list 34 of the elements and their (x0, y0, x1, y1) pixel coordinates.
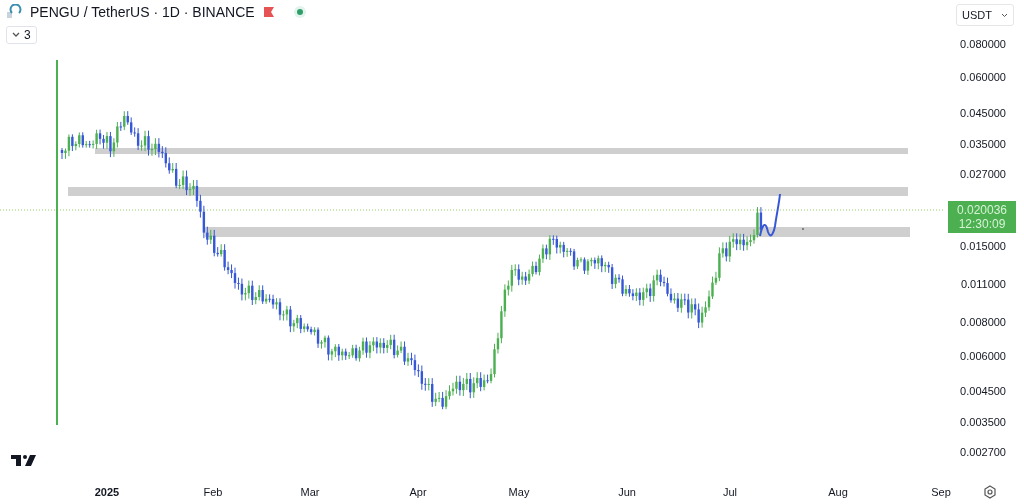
price-label: 0.045000 (960, 107, 1006, 119)
price-label: 0.015000 (960, 240, 1006, 252)
price-label: 0.027000 (960, 168, 1006, 180)
date-label: Mar (300, 486, 320, 498)
caret-icon (12, 32, 20, 38)
date-label: Jul (722, 486, 738, 498)
marker-dot (802, 228, 804, 230)
projection-line (759, 193, 781, 237)
symbol-title: PENGU / TetherUS · 1D · BINANCE (30, 4, 255, 20)
price-label: 0.003500 (960, 416, 1006, 428)
symbol-logo-icon (6, 4, 22, 20)
date-label: Feb (203, 486, 223, 498)
price-label: 0.035000 (960, 138, 1006, 150)
indicators-toggle[interactable]: 3 (6, 26, 37, 44)
currency-dropdown[interactable]: USDT (956, 4, 1014, 26)
price-label: 0.008000 (960, 316, 1006, 328)
date-label: Jun (618, 486, 636, 498)
caret-icon (1001, 12, 1008, 18)
date-label: Aug (828, 486, 848, 498)
date-label: May (508, 486, 530, 498)
price-label: 0.011000 (960, 278, 1006, 290)
price-label: 0.004500 (960, 385, 1006, 397)
price-label: 0.060000 (960, 71, 1006, 83)
date-label: 2025 (94, 486, 120, 498)
flag-icon[interactable] (262, 6, 275, 18)
date-label: Sep (931, 486, 951, 498)
price-label: 0.080000 (960, 38, 1006, 50)
last-price-tag: 0.020036 12:30:09 (948, 201, 1016, 233)
settings-icon[interactable] (984, 485, 996, 499)
tradingview-logo (11, 455, 36, 466)
date-label: Apr (409, 486, 427, 498)
price-label: 0.002700 (960, 446, 1006, 458)
price-label: 0.006000 (960, 350, 1006, 362)
status-dot-icon (292, 5, 307, 19)
